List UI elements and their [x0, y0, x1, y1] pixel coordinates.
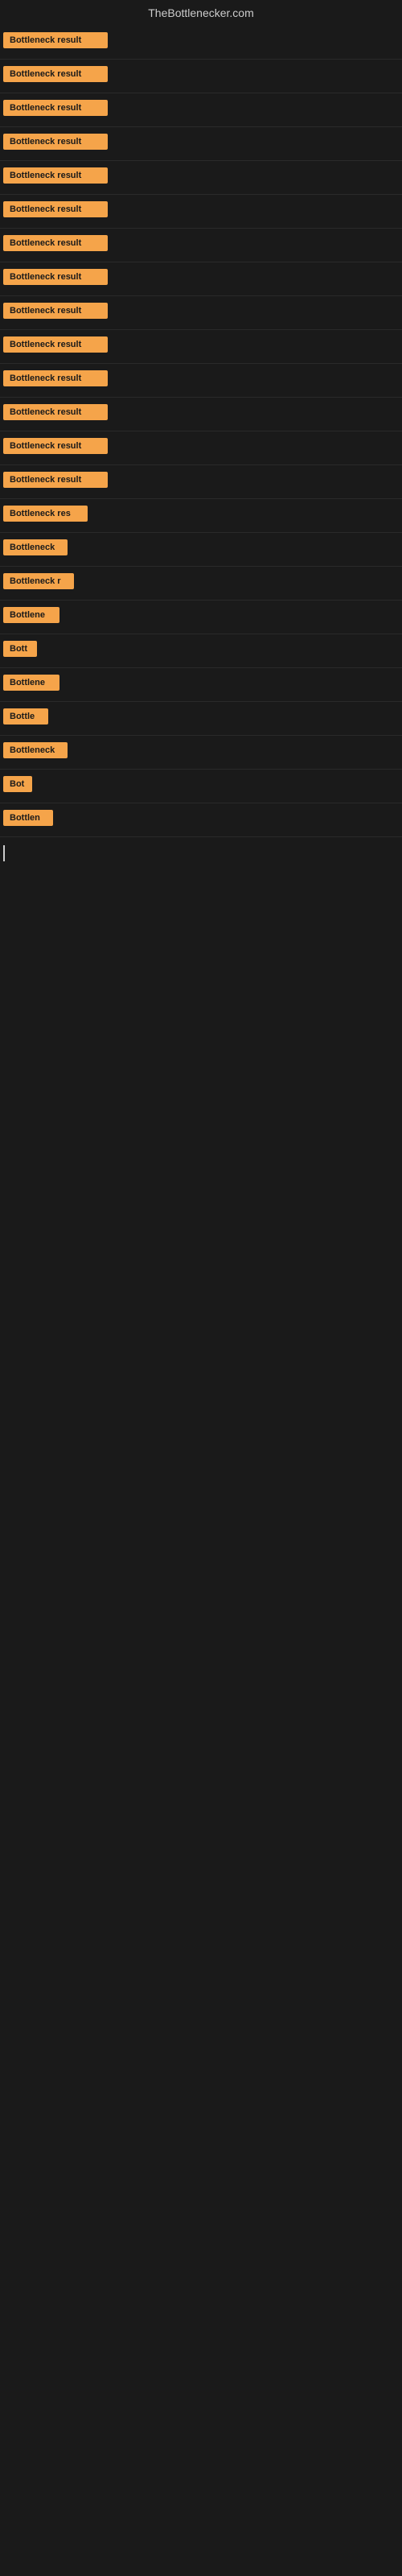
list-item[interactable]: Bottleneck result [0, 127, 402, 161]
list-item[interactable]: Bottleneck result [0, 364, 402, 398]
list-item[interactable]: Bottleneck result [0, 93, 402, 127]
list-item[interactable]: Bot [0, 770, 402, 803]
list-item[interactable]: Bottleneck [0, 533, 402, 567]
list-item[interactable]: Bottleneck res [0, 499, 402, 533]
bottleneck-result-badge[interactable]: Bottle [3, 708, 48, 724]
bottleneck-result-badge[interactable]: Bottleneck result [3, 32, 108, 48]
list-item[interactable]: Bottleneck r [0, 567, 402, 601]
list-item[interactable]: Bottle [0, 702, 402, 736]
list-item[interactable]: Bottleneck result [0, 398, 402, 431]
bottleneck-result-badge[interactable]: Bottleneck result [3, 100, 108, 116]
list-item[interactable]: Bottleneck result [0, 262, 402, 296]
bottleneck-result-badge[interactable]: Bottleneck result [3, 269, 108, 285]
list-item[interactable]: Bott [0, 634, 402, 668]
bottleneck-result-badge[interactable]: Bottleneck result [3, 336, 108, 353]
bottleneck-result-badge[interactable]: Bottleneck result [3, 438, 108, 454]
bottleneck-result-badge[interactable]: Bottlene [3, 675, 59, 691]
bottleneck-result-badge[interactable]: Bottleneck result [3, 303, 108, 319]
bottleneck-result-badge[interactable]: Bottleneck result [3, 472, 108, 488]
bottleneck-result-badge[interactable]: Bottleneck result [3, 134, 108, 150]
list-item[interactable]: Bottlene [0, 601, 402, 634]
cursor-indicator [3, 845, 5, 861]
bottleneck-result-badge[interactable]: Bottlen [3, 810, 53, 826]
bottleneck-result-badge[interactable]: Bottleneck result [3, 404, 108, 420]
bottleneck-result-badge[interactable]: Bot [3, 776, 32, 792]
list-item[interactable]: Bottlene [0, 668, 402, 702]
list-item[interactable]: Bottleneck result [0, 431, 402, 465]
bottleneck-result-badge[interactable]: Bottleneck [3, 742, 68, 758]
bottleneck-result-badge[interactable]: Bottleneck [3, 539, 68, 555]
list-item[interactable]: Bottleneck result [0, 195, 402, 229]
list-item[interactable]: Bottleneck result [0, 60, 402, 93]
bottleneck-result-badge[interactable]: Bottleneck result [3, 235, 108, 251]
list-item[interactable]: Bottleneck [0, 736, 402, 770]
bottleneck-result-badge[interactable]: Bottleneck result [3, 201, 108, 217]
bottleneck-result-badge[interactable]: Bottleneck result [3, 167, 108, 184]
bottleneck-result-badge[interactable]: Bott [3, 641, 37, 657]
list-item[interactable]: Bottleneck result [0, 161, 402, 195]
list-item[interactable]: Bottleneck result [0, 465, 402, 499]
bottleneck-result-badge[interactable]: Bottleneck result [3, 66, 108, 82]
bottleneck-result-badge[interactable]: Bottlene [3, 607, 59, 623]
list-item[interactable]: Bottleneck result [0, 26, 402, 60]
list-item[interactable]: Bottlen [0, 803, 402, 837]
list-item[interactable]: Bottleneck result [0, 296, 402, 330]
bottleneck-result-badge[interactable]: Bottleneck r [3, 573, 74, 589]
bottleneck-result-badge[interactable]: Bottleneck result [3, 370, 108, 386]
list-item[interactable]: Bottleneck result [0, 229, 402, 262]
bottleneck-result-badge[interactable]: Bottleneck res [3, 506, 88, 522]
site-title: TheBottlenecker.com [0, 0, 402, 26]
list-item[interactable]: Bottleneck result [0, 330, 402, 364]
